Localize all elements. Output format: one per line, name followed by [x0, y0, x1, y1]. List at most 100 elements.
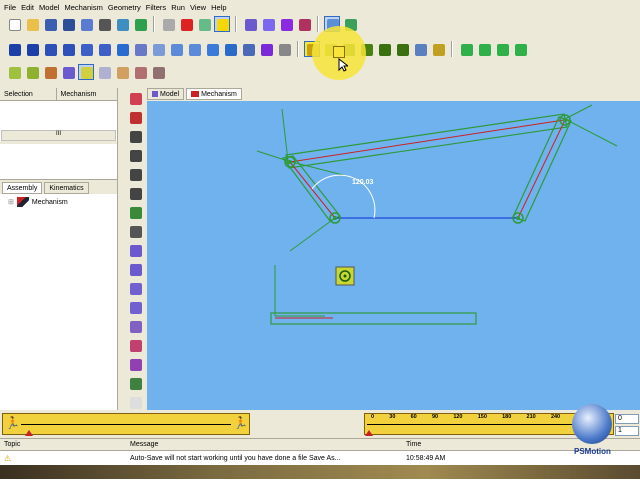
- lightbulb-icon[interactable]: [214, 16, 230, 32]
- topic-column-header[interactable]: Topic: [0, 439, 126, 450]
- force-filter-icon[interactable]: [430, 41, 446, 57]
- rotate-icon[interactable]: [132, 41, 148, 57]
- create-joint-icon[interactable]: [96, 64, 112, 80]
- zoom-out-icon[interactable]: [186, 41, 202, 57]
- menu-geometry[interactable]: Geometry: [108, 3, 141, 12]
- runner-start-icon[interactable]: 🏃: [5, 416, 20, 430]
- rocker-link[interactable]: [512, 116, 572, 222]
- slider-thumb[interactable]: [25, 430, 33, 436]
- menu-edit[interactable]: Edit: [21, 3, 34, 12]
- message-row[interactable]: ⚠ Auto-Save will not start working until…: [0, 451, 640, 465]
- cam-joint-icon[interactable]: [127, 166, 143, 182]
- play-icon[interactable]: [512, 41, 528, 57]
- cube-force-icon[interactable]: [127, 337, 143, 353]
- new-file-icon[interactable]: [6, 16, 22, 32]
- box-left-icon[interactable]: [78, 41, 94, 57]
- time-column-header[interactable]: Time: [402, 439, 572, 450]
- body-filter-icon[interactable]: [376, 41, 392, 57]
- box-front-icon[interactable]: [6, 41, 22, 57]
- horizontal-scrollbar[interactable]: III: [1, 130, 116, 141]
- add-force-icon[interactable]: [296, 16, 312, 32]
- end-time-field[interactable]: 1: [615, 426, 639, 436]
- settings-icon[interactable]: [96, 16, 112, 32]
- animation-slider[interactable]: 🏃 🏃: [2, 413, 250, 435]
- rotate3d-icon[interactable]: [240, 41, 256, 57]
- create-marker-icon[interactable]: [114, 64, 130, 80]
- add-body-icon[interactable]: [242, 16, 258, 32]
- coil-tool-icon[interactable]: [127, 356, 143, 372]
- body-tool-icon[interactable]: [127, 242, 143, 258]
- table-tool-icon[interactable]: [127, 394, 143, 410]
- tree-item-mechanism[interactable]: ⊞ Mechanism: [0, 194, 117, 210]
- fit-icon[interactable]: [204, 41, 220, 57]
- create-body-icon[interactable]: [78, 64, 94, 80]
- ground-body[interactable]: [270, 312, 477, 325]
- damper-tool-icon[interactable]: [127, 109, 143, 125]
- wire-icon[interactable]: [276, 41, 292, 57]
- go-first-icon[interactable]: [458, 41, 474, 57]
- box-right-icon[interactable]: [96, 41, 112, 57]
- selection-column-header[interactable]: Selection: [0, 88, 56, 100]
- box-back-icon[interactable]: [24, 41, 40, 57]
- menu-view[interactable]: View: [190, 3, 206, 12]
- pan-icon[interactable]: [222, 41, 238, 57]
- runner-end-icon[interactable]: 🏃: [233, 416, 248, 430]
- menu-mechanism[interactable]: Mechanism: [64, 3, 102, 12]
- tab-mechanism[interactable]: Mechanism: [186, 88, 242, 100]
- properties-icon[interactable]: [160, 16, 176, 32]
- create-point-icon[interactable]: [6, 64, 22, 80]
- tab-assembly[interactable]: Assembly: [2, 182, 43, 194]
- crank-link[interactable]: [281, 155, 341, 222]
- move-icon[interactable]: [114, 41, 130, 57]
- rope-tool-icon[interactable]: [127, 223, 143, 239]
- menu-file[interactable]: File: [4, 3, 16, 12]
- joints[interactable]: [284, 114, 571, 224]
- menu-filters[interactable]: Filters: [146, 3, 166, 12]
- mechanism-column-header[interactable]: Mechanism: [55, 88, 117, 100]
- cube-tool-icon[interactable]: [127, 280, 143, 296]
- step-back-icon[interactable]: [476, 41, 492, 57]
- add-part-icon[interactable]: [278, 16, 294, 32]
- menu-run[interactable]: Run: [171, 3, 185, 12]
- mechanism-canvas[interactable]: 120.03: [147, 101, 640, 410]
- undo-icon[interactable]: [114, 16, 130, 32]
- box-top-icon[interactable]: [42, 41, 58, 57]
- save-all-icon[interactable]: [60, 16, 76, 32]
- menu-model[interactable]: Model: [39, 3, 59, 12]
- list-icon[interactable]: [78, 16, 94, 32]
- message-column-header[interactable]: Message: [126, 439, 402, 450]
- save-icon[interactable]: [42, 16, 58, 32]
- create-force-icon[interactable]: [132, 64, 148, 80]
- add-joint-icon[interactable]: [260, 16, 276, 32]
- cube-link-icon[interactable]: [127, 299, 143, 315]
- open-folder-icon[interactable]: [24, 16, 40, 32]
- joint-filter-icon[interactable]: [394, 41, 410, 57]
- start-time-field[interactable]: 0: [615, 414, 639, 424]
- cube-pin-icon[interactable]: [127, 318, 143, 334]
- pin-joint-icon[interactable]: [127, 128, 143, 144]
- spline-tool-icon[interactable]: [127, 204, 143, 220]
- create-curve-icon[interactable]: [60, 64, 76, 80]
- box-bottom-icon[interactable]: [60, 41, 76, 57]
- coupler-link[interactable]: [285, 113, 568, 169]
- shade-icon[interactable]: [258, 41, 274, 57]
- spring-tool-icon[interactable]: [127, 90, 143, 106]
- menu-help[interactable]: Help: [211, 3, 226, 12]
- delete-icon[interactable]: [178, 16, 194, 32]
- marker-filter-icon[interactable]: [412, 41, 428, 57]
- gear-joint-icon[interactable]: [127, 185, 143, 201]
- zoom-in-icon[interactable]: [168, 41, 184, 57]
- tree-expander-icon[interactable]: ⊞: [8, 198, 14, 206]
- tab-kinematics[interactable]: Kinematics: [44, 182, 89, 194]
- time-thumb[interactable]: [365, 430, 373, 436]
- tab-model[interactable]: Model: [147, 88, 185, 100]
- redo-icon[interactable]: [132, 16, 148, 32]
- driver-icon[interactable]: [335, 266, 355, 286]
- create-arc-icon[interactable]: [42, 64, 58, 80]
- zoom-icon[interactable]: [150, 41, 166, 57]
- filter-icon[interactable]: [196, 16, 212, 32]
- create-spring-icon[interactable]: [150, 64, 166, 80]
- step-forward-icon[interactable]: [494, 41, 510, 57]
- slider-joint-icon[interactable]: [127, 147, 143, 163]
- graph-tool-icon[interactable]: [127, 375, 143, 391]
